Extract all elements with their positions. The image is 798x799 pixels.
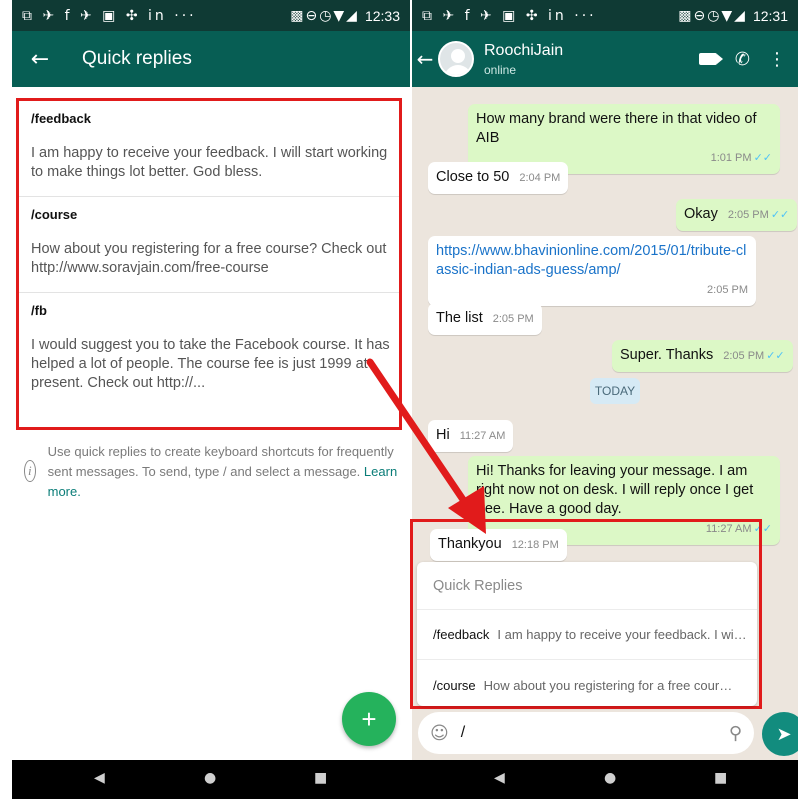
status-time: 12:33 bbox=[364, 7, 400, 24]
add-quick-reply-button[interactable]: + bbox=[342, 692, 396, 746]
chat-header: ← RoochiJain online ✆ ⋮ bbox=[412, 31, 798, 87]
quick-reply-message: I would suggest you to take the Facebook… bbox=[31, 337, 390, 391]
quick-replies-list: /feedback I am happy to receive your fee… bbox=[16, 98, 402, 430]
message-text: Hi! Thanks for leaving your message. I a… bbox=[476, 463, 754, 517]
quick-reply-message: I am happy to receive your feedback. I w… bbox=[31, 145, 388, 180]
quick-replies-hint: i Use quick replies to create keyboard s… bbox=[24, 442, 402, 502]
quick-reply-shortcut: /feedback bbox=[31, 111, 91, 126]
date-divider: TODAY bbox=[590, 378, 640, 404]
page-title: Quick replies bbox=[82, 48, 192, 69]
send-button[interactable]: ➤ bbox=[762, 712, 798, 756]
arrow-left-icon[interactable]: ← bbox=[412, 47, 438, 71]
notification-icons: ⧉ ✈ f ✈ ▣ ✣ in ··· bbox=[422, 7, 597, 24]
video-call-icon[interactable] bbox=[698, 53, 723, 65]
popup-item-feedback[interactable]: /feedback I am happy to receive your fee… bbox=[417, 610, 757, 660]
quick-replies-popup: Quick Replies /feedback I am happy to re… bbox=[410, 519, 762, 709]
message-text: Hi bbox=[436, 427, 450, 443]
message-in[interactable]: Hi 11:27 AM bbox=[428, 420, 514, 452]
contact-info[interactable]: RoochiJain online bbox=[484, 42, 699, 77]
nav-back-icon[interactable]: ◀ bbox=[494, 770, 505, 786]
message-text: How many brand were there in that video … bbox=[476, 111, 757, 146]
emoji-icon[interactable]: ☺ bbox=[430, 723, 449, 744]
message-out[interactable]: Super. Thanks 2:05 PM ✓✓ bbox=[612, 340, 793, 372]
message-text: Close to 50 bbox=[436, 169, 510, 185]
send-icon: ➤ bbox=[776, 723, 792, 745]
nav-recents-icon[interactable]: ■ bbox=[314, 770, 327, 786]
quick-reply-item-course[interactable]: /course How about you registering for a … bbox=[19, 197, 399, 293]
message-time: 1:01 PM bbox=[710, 152, 752, 164]
message-text: The list bbox=[436, 310, 483, 326]
message-input[interactable]: / bbox=[461, 724, 729, 742]
phone-icon[interactable]: ✆ bbox=[735, 49, 750, 70]
message-out[interactable]: Okay 2:05 PM ✓✓ bbox=[676, 199, 798, 231]
read-receipt-icon: ✓✓ bbox=[753, 152, 772, 164]
popup-item-course[interactable]: /course How about you registering for a … bbox=[417, 660, 757, 710]
message-time: 2:05 PM bbox=[492, 313, 534, 325]
contact-status: online bbox=[484, 62, 517, 77]
message-time: 2:04 PM bbox=[519, 172, 561, 184]
attach-icon[interactable]: ⚲ bbox=[729, 723, 742, 744]
arrow-left-icon[interactable]: ← bbox=[12, 47, 68, 72]
nav-home-icon[interactable]: ● bbox=[604, 770, 616, 786]
read-receipt-icon: ✓✓ bbox=[766, 350, 785, 362]
status-time: 12:31 bbox=[752, 7, 788, 24]
more-vert-icon[interactable]: ⋮ bbox=[768, 49, 786, 70]
message-in[interactable]: https://www.bhavinionline.com/2015/01/tr… bbox=[428, 236, 756, 306]
message-in[interactable]: Close to 50 2:04 PM bbox=[428, 162, 569, 194]
message-in[interactable]: The list 2:05 PM bbox=[428, 303, 542, 335]
message-time: 11:27 AM bbox=[459, 430, 506, 442]
nav-recents-icon[interactable]: ■ bbox=[714, 770, 727, 786]
message-time: 2:05 PM bbox=[707, 284, 748, 296]
quick-reply-shortcut: /fb bbox=[31, 303, 47, 318]
quick-replies-card: Quick Replies /feedback I am happy to re… bbox=[417, 562, 757, 706]
popup-title: Quick Replies bbox=[417, 562, 757, 610]
quick-replies-screen: ⧉ ✈ f ✈ ▣ ✣ in ··· ▩⊖◷▼◢ 12:33 ← Quick r… bbox=[12, 0, 410, 760]
info-icon: i bbox=[24, 460, 36, 482]
system-icons: ▩⊖◷▼◢ bbox=[678, 7, 747, 24]
message-input-bar: ☺ / ⚲ bbox=[418, 712, 754, 754]
hint-text: Use quick replies to create keyboard sho… bbox=[47, 444, 394, 479]
quick-reply-message: How about you registering for a free cou… bbox=[31, 241, 387, 276]
quick-reply-shortcut: /course bbox=[31, 207, 78, 222]
message-time: 2:05 PM bbox=[727, 209, 769, 221]
app-bar: ← Quick replies bbox=[12, 31, 410, 87]
nav-back-icon[interactable]: ◀ bbox=[94, 770, 105, 786]
avatar[interactable] bbox=[438, 41, 474, 77]
quick-reply-item-fb[interactable]: /fb I would suggest you to take the Face… bbox=[19, 293, 399, 402]
message-text: Okay bbox=[684, 206, 718, 222]
popup-shortcut: /feedback bbox=[433, 627, 490, 642]
contact-name: RoochiJain bbox=[484, 41, 564, 59]
message-time: 2:05 PM bbox=[723, 350, 765, 362]
message-text: Super. Thanks bbox=[620, 347, 714, 363]
popup-preview: How about you registering for a free cou… bbox=[483, 677, 734, 693]
message-link[interactable]: https://www.bhavinionline.com/2015/01/tr… bbox=[436, 243, 746, 278]
popup-shortcut: /course bbox=[433, 677, 476, 693]
popup-preview: I am happy to receive your feedback. I w… bbox=[497, 627, 747, 642]
nav-home-icon[interactable]: ● bbox=[204, 770, 216, 786]
quick-reply-item-feedback[interactable]: /feedback I am happy to receive your fee… bbox=[19, 101, 399, 197]
notification-icons: ⧉ ✈ f ✈ ▣ ✣ in ··· bbox=[22, 7, 197, 24]
status-bar: ⧉ ✈ f ✈ ▣ ✣ in ··· ▩⊖◷▼◢ 12:31 bbox=[412, 0, 798, 31]
system-nav-bar: ◀ ● ■ ◀ ● ■ bbox=[12, 760, 798, 799]
system-icons: ▩⊖◷▼◢ bbox=[290, 7, 359, 24]
read-receipt-icon: ✓✓ bbox=[770, 209, 790, 221]
status-bar: ⧉ ✈ f ✈ ▣ ✣ in ··· ▩⊖◷▼◢ 12:33 bbox=[12, 0, 410, 31]
